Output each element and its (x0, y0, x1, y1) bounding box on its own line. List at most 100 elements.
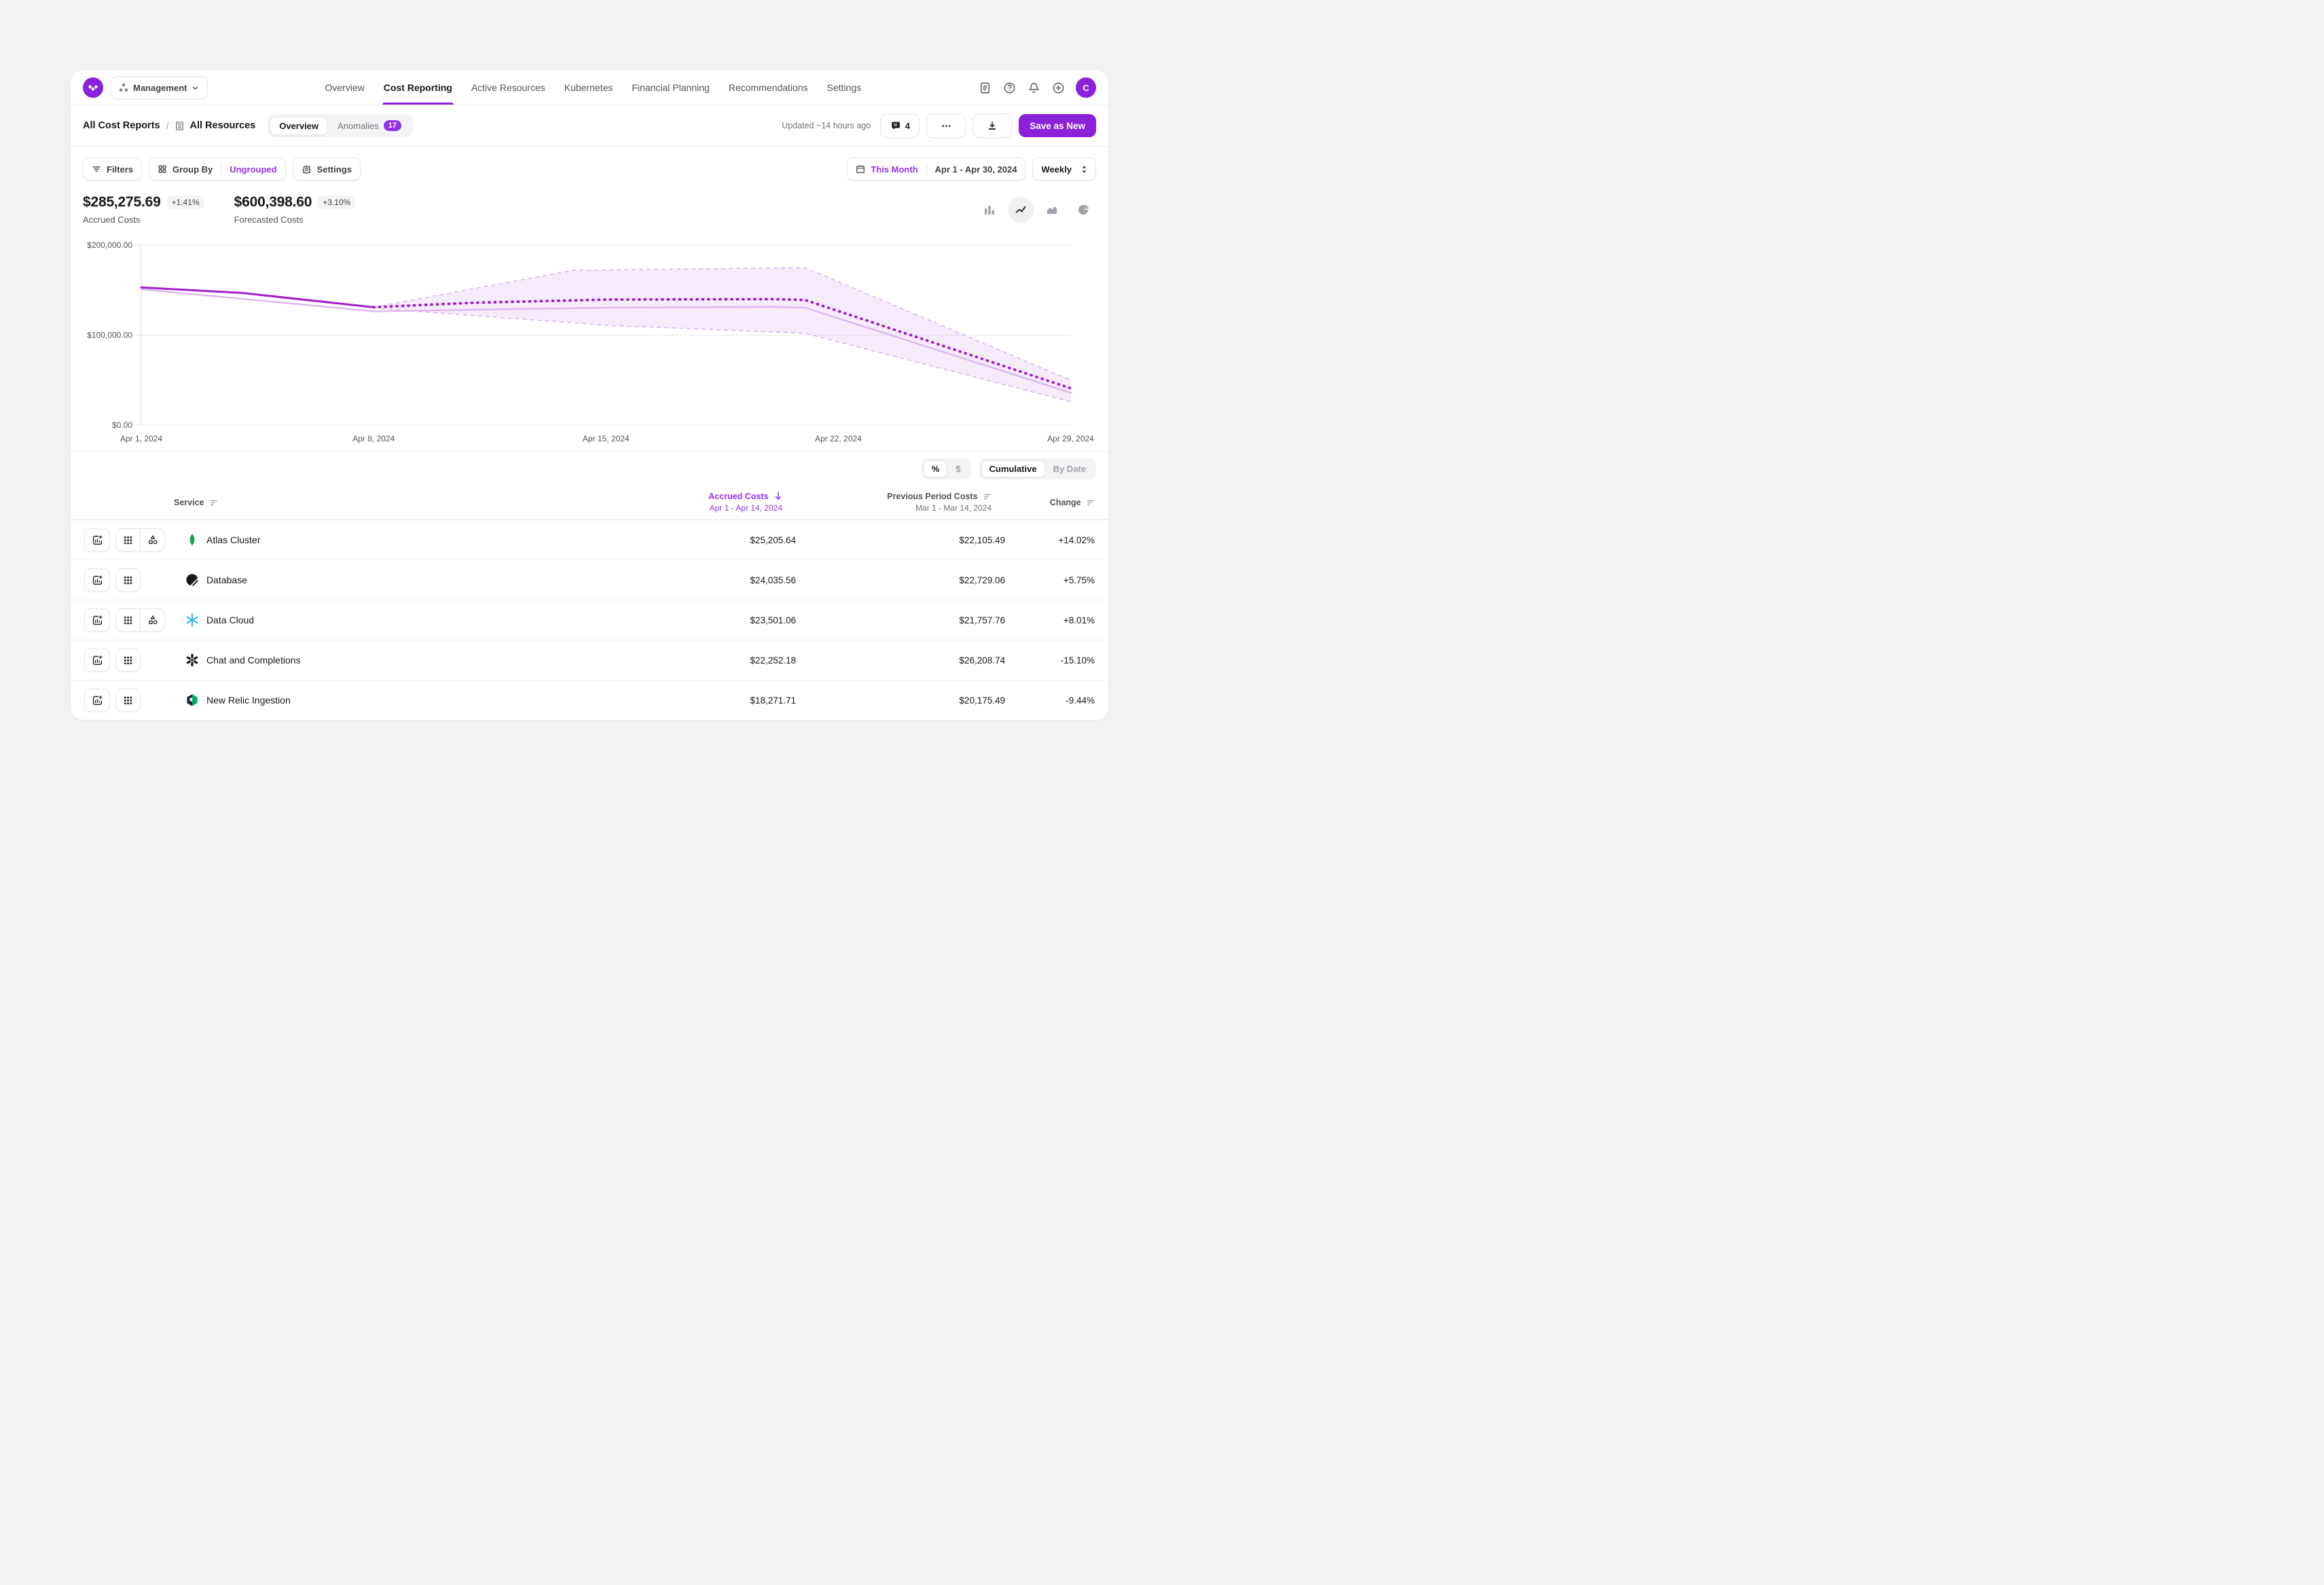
cost-chart-region[interactable]: $200,000.00$100,000.00$0.00Apr 1, 2024Ap… (71, 232, 1108, 451)
download-icon (987, 120, 998, 131)
table-row: New Relic Ingestion$18,271.71$20,175.49-… (71, 680, 1108, 720)
avatar-initial: C (1083, 83, 1089, 93)
area-chart-icon[interactable] (1039, 197, 1065, 223)
percent-toggle[interactable]: % (924, 460, 948, 477)
group-costs-button[interactable] (116, 529, 140, 551)
view-resources-button[interactable] (140, 529, 164, 551)
reports-icon[interactable] (978, 81, 992, 94)
nav-right-cluster: C (978, 77, 1096, 98)
top-navbar: Management Overview Cost Reporting Active … (71, 71, 1108, 105)
column-service[interactable]: Service (84, 498, 579, 507)
view-tabs: Overview Anomalies 17 (268, 114, 413, 137)
y-axis-tick-label: $200,000.00 (87, 240, 132, 250)
group-by-button[interactable]: Group By Ungrouped (149, 158, 286, 181)
bar-chart-icon[interactable] (977, 197, 1002, 223)
accrued-costs-label: Accrued Costs (83, 215, 204, 225)
service-logo (185, 613, 199, 627)
nav-item-overview[interactable]: Overview (325, 71, 364, 105)
user-avatar[interactable]: C (1076, 77, 1096, 98)
mongodb-logo-icon (185, 533, 199, 547)
group-costs-button[interactable] (116, 649, 140, 671)
forecasted-costs-label: Forecasted Costs (234, 215, 356, 225)
group-costs-button[interactable] (116, 689, 140, 711)
change-percent-value: -15.10% (1005, 655, 1108, 666)
service-name: Atlas Cluster (206, 534, 260, 545)
service-logo (185, 533, 199, 547)
download-button[interactable] (973, 113, 1012, 138)
nav-item-settings[interactable]: Settings (827, 71, 862, 105)
comments-button[interactable]: 4 (880, 113, 920, 138)
forecasted-costs-delta: +3.10% (318, 196, 355, 209)
accrued-cost-value: $24,035.56 (592, 575, 796, 585)
by-date-label: By Date (1053, 464, 1086, 474)
workspace-switcher[interactable]: Management (110, 76, 208, 99)
filters-button[interactable]: Filters (83, 158, 142, 181)
add-to-report-button[interactable] (84, 528, 110, 551)
column-accrued-costs[interactable]: Accrued Costs Apr 1 - Apr 14, 2024 (579, 492, 782, 513)
cost-forecast-chart[interactable]: $200,000.00$100,000.00$0.00Apr 1, 2024Ap… (71, 232, 1108, 448)
table-toggles-row: % $ Cumulative By Date (71, 451, 1108, 486)
column-change[interactable]: Change (992, 498, 1095, 507)
help-icon[interactable] (1002, 81, 1016, 94)
accrued-cost-value: $18,271.71 (592, 695, 796, 706)
add-to-report-button[interactable] (84, 689, 110, 712)
sort-icon (983, 492, 992, 500)
forecasted-costs-value: $600,398.60 (234, 194, 312, 211)
by-date-toggle[interactable]: By Date (1045, 460, 1094, 477)
table-row: Chat and Completions$22,252.18$26,208.74… (71, 640, 1108, 680)
add-to-report-button[interactable] (84, 608, 110, 632)
logo-mark-icon (87, 81, 99, 94)
group-by-icon (158, 164, 167, 174)
column-previous-period[interactable]: Previous Period Costs Mar 1 - Mar 14, 20… (782, 492, 992, 513)
add-to-chart-icon (92, 655, 103, 666)
percent-label: % (932, 464, 940, 474)
cumulative-toggle[interactable]: Cumulative (981, 460, 1045, 477)
grid-icon (123, 615, 133, 625)
service-cell: Data Cloud (71, 608, 592, 632)
view-resources-button[interactable] (140, 609, 164, 631)
group-by-value: Ungrouped (230, 164, 276, 175)
service-cell: Chat and Completions (71, 649, 592, 672)
notifications-icon[interactable] (1027, 81, 1040, 94)
service-name: Chat and Completions (206, 655, 301, 666)
vantage-logo[interactable] (83, 77, 103, 98)
date-range-button[interactable]: This Month Apr 1 - Apr 30, 2024 (847, 158, 1025, 181)
nav-item-active-resources[interactable]: Active Resources (471, 71, 545, 105)
group-costs-button[interactable] (116, 609, 140, 631)
table-row: Data Cloud$23,501.06$21,757.76+8.01% (71, 600, 1108, 640)
page-background: Management Overview Cost Reporting Active … (0, 0, 1162, 792)
row-view-buttons (115, 568, 141, 591)
previous-period-cost-value: $20,175.49 (796, 695, 1005, 706)
nav-item-cost-reporting[interactable]: Cost Reporting (384, 71, 452, 105)
openai-logo-icon (185, 653, 199, 667)
unit-toggle: % $ (922, 458, 971, 479)
previous-header-label: Previous Period Costs (887, 492, 977, 501)
primary-nav: Overview Cost Reporting Active Resources Ku… (208, 71, 978, 105)
accrued-cost-value: $23,501.06 (592, 615, 796, 625)
more-actions-button[interactable] (926, 113, 966, 138)
chart-type-switcher (977, 197, 1096, 223)
tab-overview[interactable]: Overview (270, 117, 328, 135)
pie-chart-icon[interactable] (1070, 197, 1096, 223)
line-chart-icon[interactable] (1008, 197, 1034, 223)
group-costs-button[interactable] (116, 569, 140, 591)
service-cell: Database (71, 568, 592, 591)
accrued-header-label: Accrued Costs (708, 492, 768, 501)
service-cell: Atlas Cluster (71, 528, 592, 551)
nav-item-financial-planning[interactable]: Financial Planning (632, 71, 709, 105)
breadcrumb-all-cost-reports[interactable]: All Cost Reports (83, 120, 160, 131)
breadcrumb-report-name[interactable]: All Resources (189, 120, 255, 131)
grid-icon (123, 695, 133, 706)
tab-anomalies[interactable]: Anomalies 17 (328, 116, 411, 135)
add-icon[interactable] (1051, 81, 1065, 94)
save-as-new-button[interactable]: Save as New (1019, 114, 1096, 137)
add-to-report-button[interactable] (84, 649, 110, 672)
nav-item-kubernetes[interactable]: Kubernetes (564, 71, 613, 105)
settings-button[interactable]: Settings (293, 158, 361, 181)
add-to-report-button[interactable] (84, 568, 110, 591)
table-row: Database$24,035.56$22,729.06+5.75% (71, 560, 1108, 600)
dollar-toggle[interactable]: $ (947, 460, 968, 477)
service-name: Data Cloud (206, 615, 254, 625)
nav-item-recommendations[interactable]: Recommendations (729, 71, 808, 105)
granularity-select[interactable]: Weekly (1032, 158, 1096, 181)
